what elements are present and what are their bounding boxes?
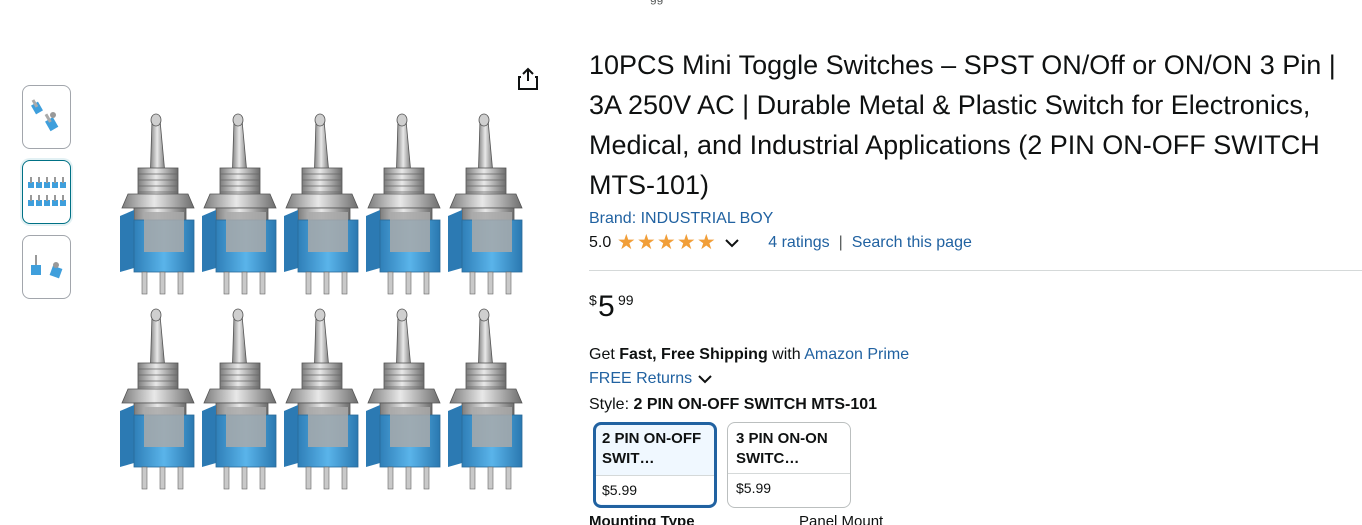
star-icon: ★ (676, 230, 696, 254)
style-option-price: $5.99 (596, 476, 714, 504)
prime-link[interactable]: Amazon Prime (804, 346, 909, 363)
thumbnail-2[interactable] (22, 160, 71, 224)
rating-value: 5.0 (589, 233, 612, 251)
price-fraction: 99 (618, 292, 634, 308)
style-line: Style: 2 PIN ON-OFF SWITCH MTS-101 (589, 393, 1362, 417)
mounting-type-label: Mounting Type (589, 513, 695, 525)
star-icon: ★ (616, 230, 636, 254)
two-switches-thumb-icon (30, 99, 58, 132)
ratings-count-link[interactable]: 4 ratings (768, 234, 829, 252)
shipping-line: Get Fast, Free Shipping with Amazon Prim… (589, 343, 1362, 367)
returns-row[interactable]: FREE Returns (589, 367, 1362, 391)
price-whole: 5 (598, 290, 615, 323)
style-option-name: 2 PIN ON-OFF SWIT… (602, 430, 702, 467)
star-icon: ★ (636, 230, 656, 254)
top-fragment-text: gg (650, 0, 663, 5)
shipping-with: with (772, 346, 801, 363)
shipping-get: Get (589, 346, 615, 363)
product-main-image[interactable] (110, 100, 540, 510)
thumbnail-1[interactable] (22, 85, 71, 149)
style-option-price: $5.99 (736, 480, 772, 496)
buy-box: 10PCS Mini Toggle Switches – SPST ON/Off… (589, 45, 1362, 525)
brand-link[interactable]: Brand: INDUSTRIAL BOY (589, 210, 1362, 228)
separator: | (838, 233, 843, 251)
mounting-type-value: Panel Mount (799, 513, 884, 525)
price: $ 5 99 (589, 290, 1362, 326)
free-returns-link[interactable]: FREE Returns (589, 367, 692, 391)
star-icon: ★ (656, 230, 676, 254)
style-label: Style: (589, 396, 630, 413)
chevron-down-icon[interactable] (697, 372, 713, 386)
thumbnail-3[interactable] (22, 235, 71, 299)
style-value: 2 PIN ON-OFF SWITCH MTS-101 (633, 396, 878, 413)
rating-row: 5.0 ★ ★ ★ ★ ★ 4 ratings | Search this pa… (589, 230, 1362, 271)
share-icon[interactable] (515, 66, 541, 92)
star-icon: ★ (696, 230, 716, 254)
style-option-2pin[interactable]: 2 PIN ON-OFF SWIT… $5.99 (593, 422, 717, 508)
thumbnail-list (22, 85, 72, 310)
style-option-3pin[interactable]: 3 PIN ON-ON SWITC… $5.99 (727, 422, 851, 508)
shipping-fast: Fast, Free Shipping (619, 346, 768, 363)
switch-pair-thumb-icon (30, 255, 62, 279)
chevron-down-icon[interactable] (724, 236, 740, 250)
price-currency: $ (589, 292, 597, 308)
star-rating[interactable]: ★ ★ ★ ★ ★ (616, 230, 716, 254)
product-title: 10PCS Mini Toggle Switches – SPST ON/Off… (589, 50, 1336, 200)
ten-switches-thumb-icon (27, 177, 66, 206)
search-page-link[interactable]: Search this page (852, 234, 972, 252)
style-option-name: 3 PIN ON-ON SWITC… (736, 430, 828, 467)
style-swatches: 2 PIN ON-OFF SWIT… $5.99 3 PIN ON-ON SWI… (589, 422, 1362, 508)
